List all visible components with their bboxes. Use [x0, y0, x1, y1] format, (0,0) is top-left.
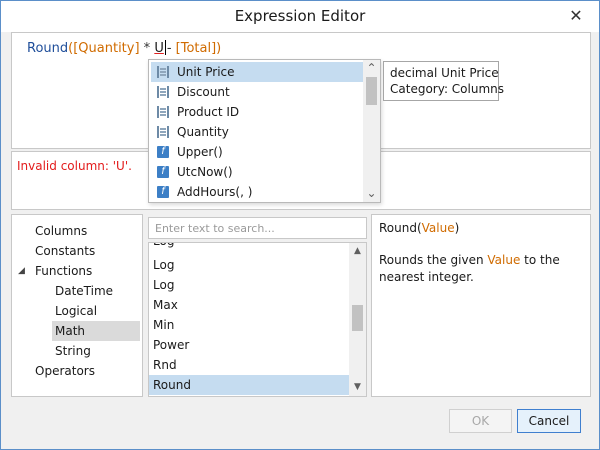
tree-item-label: Operators — [35, 364, 95, 378]
scroll-up-icon[interactable]: ▲ — [349, 243, 366, 260]
scroll-thumb[interactable] — [366, 77, 377, 105]
autocomplete-item-quantity[interactable]: Quantity — [151, 122, 363, 142]
autocomplete-item-upper[interactable]: f Upper() — [151, 142, 363, 162]
expr-operator-multiply: * — [139, 41, 155, 56]
function-description: Rounds the given Value to the nearest in… — [379, 252, 584, 286]
tree-item-label: Logical — [55, 304, 98, 318]
column-icon — [157, 66, 169, 78]
autocomplete-item-label: Quantity — [177, 125, 229, 139]
window-title: Expression Editor — [234, 7, 366, 25]
function-list: Log Log Log Max Min Power Rnd Round ▲ ▼ — [148, 242, 367, 397]
column-icon — [157, 106, 169, 118]
category-tree: Columns Constants ◢ Functions DateTime L… — [11, 214, 143, 397]
autocomplete-item-unit-price[interactable]: Unit Price — [151, 62, 363, 82]
tree-item-label: Functions — [35, 264, 93, 278]
autocomplete-item-label: Discount — [177, 85, 230, 99]
cancel-button[interactable]: Cancel — [517, 409, 581, 433]
autocomplete-item-utcnow[interactable]: f UtcNow() — [151, 162, 363, 182]
scroll-down-icon[interactable]: ▼ — [349, 379, 366, 396]
close-icon[interactable]: ✕ — [565, 5, 587, 27]
tree-item-label: Math — [55, 324, 86, 338]
ok-button[interactable]: OK — [449, 409, 512, 433]
tooltip-category: Category: Columns — [390, 82, 505, 96]
expr-paren-close: ) — [216, 41, 222, 56]
tree-item-columns[interactable]: Columns — [35, 221, 87, 241]
function-list-scrollbar[interactable]: ▲ ▼ — [349, 243, 366, 396]
tree-item-label: Columns — [35, 224, 88, 238]
chevron-up-icon[interactable]: ⌃ — [363, 60, 380, 77]
autocomplete-item-label: Unit Price — [177, 65, 235, 79]
autocomplete-item-discount[interactable]: Discount — [151, 82, 363, 102]
expression-editor-window: Expression Editor ✕ Round([Quantity] * U… — [0, 0, 600, 450]
expr-column-total: [Total] — [175, 41, 217, 56]
tree-item-logical[interactable]: Logical — [55, 301, 97, 321]
description-parameter: Value — [487, 253, 521, 267]
column-icon — [157, 86, 169, 98]
tree-item-math[interactable]: Math — [52, 321, 140, 341]
list-item[interactable]: Log — [149, 275, 349, 295]
signature-parameter: Value — [421, 221, 455, 235]
tree-item-label: String — [55, 344, 91, 358]
search-box — [148, 217, 367, 239]
chevron-down-icon[interactable]: ⌄ — [363, 185, 380, 202]
autocomplete-scrollbar[interactable]: ⌃ ⌄ — [363, 60, 380, 202]
search-input[interactable] — [149, 218, 366, 238]
tree-item-functions[interactable]: ◢ Functions — [12, 261, 140, 281]
tree-item-operators[interactable]: Operators — [35, 361, 95, 381]
autocomplete-item-label: Product ID — [177, 105, 240, 119]
error-message: Invalid column: 'U'. — [17, 159, 132, 173]
list-item[interactable]: Power — [149, 335, 349, 355]
text-caret — [164, 40, 166, 55]
tree-item-label: Constants — [35, 244, 96, 258]
autocomplete-item-product-id[interactable]: Product ID — [151, 102, 363, 122]
list-item[interactable]: Log — [149, 243, 349, 251]
autocomplete-tooltip: decimal Unit Price Category: Columns — [383, 61, 504, 101]
function-icon: f — [157, 166, 169, 178]
function-icon: f — [157, 146, 169, 158]
expr-column-quantity: [Quantity] — [73, 41, 140, 56]
autocomplete-item-addhours[interactable]: f AddHours(, ) — [151, 182, 363, 202]
autocomplete-popup: Unit Price Discount Product ID Quantity … — [148, 59, 381, 203]
list-item[interactable]: Rnd — [149, 355, 349, 375]
autocomplete-item-label: Upper() — [177, 145, 223, 159]
tree-item-constants[interactable]: Constants — [35, 241, 95, 261]
description-text-start: Rounds the given — [379, 253, 488, 267]
tree-item-label: DateTime — [55, 284, 114, 298]
description-panel: Round(Value) Rounds the given Value to t… — [371, 214, 591, 397]
autocomplete-item-label: AddHours(, ) — [177, 185, 253, 199]
expand-arrow-icon[interactable]: ◢ — [18, 261, 25, 281]
function-signature: Round(Value) — [379, 221, 459, 235]
tree-item-string[interactable]: String — [55, 341, 91, 361]
expr-function-token: Round — [27, 41, 69, 56]
expression-text: Round([Quantity] * U- [Total]) — [27, 40, 221, 56]
list-item-selected[interactable]: Round — [149, 375, 349, 395]
tree-item-datetime[interactable]: DateTime — [55, 281, 113, 301]
list-item[interactable]: Min — [149, 315, 349, 335]
column-icon — [157, 126, 169, 138]
autocomplete-item-label: UtcNow() — [177, 165, 233, 179]
tooltip-type: decimal Unit Price — [390, 66, 499, 80]
expr-operator-minus: - — [166, 41, 176, 56]
list-item[interactable]: Log — [149, 255, 349, 275]
expr-invalid-token: U — [154, 41, 164, 56]
signature-paren-close: ) — [454, 221, 460, 235]
list-item[interactable]: Max — [149, 295, 349, 315]
scroll-thumb[interactable] — [352, 305, 363, 331]
title-bar: Expression Editor ✕ — [1, 1, 599, 32]
signature-name: Round — [379, 221, 417, 235]
function-icon: f — [157, 186, 169, 198]
